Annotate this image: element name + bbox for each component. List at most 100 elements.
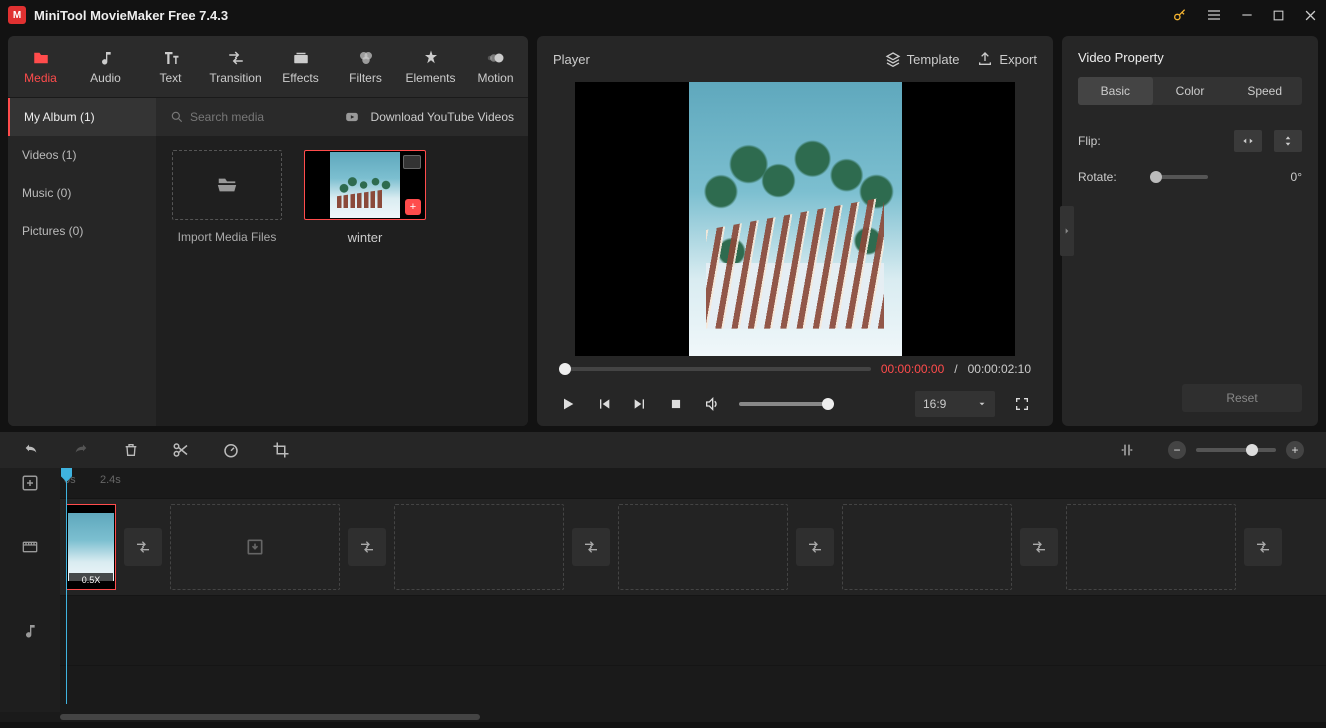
app-logo: M: [8, 6, 26, 24]
youtube-icon: [343, 110, 361, 124]
import-media-button[interactable]: [172, 150, 282, 220]
template-button[interactable]: Template: [885, 51, 960, 67]
close-button[interactable]: [1303, 8, 1318, 23]
transition-slot[interactable]: [1020, 528, 1058, 566]
empty-clip-slot[interactable]: [394, 504, 564, 590]
empty-clip-slot[interactable]: [1066, 504, 1236, 590]
player-preview[interactable]: [575, 82, 1015, 356]
timeline-scrollbar[interactable]: [0, 712, 1326, 722]
play-button[interactable]: [559, 396, 577, 412]
sidebar-videos[interactable]: Videos (1): [8, 136, 156, 174]
speed-button[interactable]: [222, 441, 240, 459]
transition-slot[interactable]: [124, 528, 162, 566]
media-panel: Media Audio Text Transition Effects Filt…: [8, 36, 528, 426]
zoom-out-button[interactable]: −: [1168, 441, 1186, 459]
export-button[interactable]: Export: [977, 51, 1037, 67]
playhead[interactable]: [66, 468, 67, 704]
zoom-in-button[interactable]: +: [1286, 441, 1304, 459]
tab-media[interactable]: Media: [8, 36, 73, 97]
property-tab-speed[interactable]: Speed: [1227, 77, 1302, 105]
timeline-ruler[interactable]: 0s 2.4s: [60, 468, 1326, 498]
tab-text[interactable]: Text: [138, 36, 203, 97]
elements-icon: [422, 49, 440, 67]
zoom-knob[interactable]: [1246, 444, 1258, 456]
prev-frame-button[interactable]: [595, 396, 613, 412]
rotate-slider[interactable]: [1150, 175, 1208, 179]
volume-button[interactable]: [703, 396, 721, 412]
player-panel: Player Template Export 00:00:00:00 / 00:…: [537, 36, 1053, 426]
rotate-knob[interactable]: [1150, 171, 1162, 183]
video-track[interactable]: 0.5X: [60, 498, 1326, 596]
sidebar-music[interactable]: Music (0): [8, 174, 156, 212]
reset-button[interactable]: Reset: [1182, 384, 1302, 412]
collapse-properties-button[interactable]: [1060, 206, 1074, 256]
download-youtube-link[interactable]: Download YouTube Videos: [371, 110, 514, 124]
player-seek-slider[interactable]: [559, 367, 871, 371]
tab-motion[interactable]: Motion: [463, 36, 528, 97]
delete-button[interactable]: [122, 441, 140, 459]
timeline-clip-winter[interactable]: 0.5X: [66, 504, 116, 590]
empty-clip-slot[interactable]: [170, 504, 340, 590]
time-current: 00:00:00:00: [881, 362, 944, 376]
flip-horizontal-button[interactable]: [1234, 130, 1262, 152]
transition-slot[interactable]: [348, 528, 386, 566]
effects-icon: [292, 49, 310, 67]
add-clip-button[interactable]: +: [405, 199, 421, 215]
property-title: Video Property: [1078, 50, 1302, 65]
next-frame-button[interactable]: [631, 396, 649, 412]
menu-icon[interactable]: [1206, 7, 1222, 23]
minimize-button[interactable]: [1240, 8, 1254, 22]
volume-knob[interactable]: [822, 398, 834, 410]
undo-button[interactable]: [22, 442, 40, 458]
tab-elements[interactable]: Elements: [398, 36, 463, 97]
clip-thumbnail: [330, 152, 400, 218]
audio-track[interactable]: [60, 596, 1326, 666]
export-icon: [977, 51, 993, 67]
tab-effects[interactable]: Effects: [268, 36, 333, 97]
preview-image: [689, 82, 902, 356]
zoom-slider[interactable]: [1196, 448, 1276, 452]
transition-slot[interactable]: [572, 528, 610, 566]
title-bar: M MiniTool MovieMaker Free 7.4.3: [0, 0, 1326, 30]
tab-audio[interactable]: Audio: [73, 36, 138, 97]
aspect-ratio-select[interactable]: 16:9: [915, 391, 995, 417]
tab-filters[interactable]: Filters: [333, 36, 398, 97]
sidebar-my-album[interactable]: My Album (1): [8, 98, 156, 136]
split-button[interactable]: [172, 441, 190, 459]
tab-transition[interactable]: Transition: [203, 36, 268, 97]
property-tab-color[interactable]: Color: [1153, 77, 1228, 105]
time-total: 00:00:02:10: [968, 362, 1031, 376]
video-badge-icon: [403, 155, 421, 169]
timeline-clip-thumb: [68, 513, 114, 581]
fullscreen-button[interactable]: [1013, 396, 1031, 412]
video-track-icon: [0, 498, 60, 596]
crop-button[interactable]: [272, 441, 290, 459]
stop-button[interactable]: [667, 397, 685, 411]
scrollbar-thumb[interactable]: [60, 714, 480, 720]
text-icon: [162, 49, 180, 67]
upgrade-key-icon[interactable]: [1172, 7, 1188, 23]
flip-vertical-button[interactable]: [1274, 130, 1302, 152]
sidebar-pictures[interactable]: Pictures (0): [8, 212, 156, 250]
redo-button[interactable]: [72, 442, 90, 458]
transition-icon: [227, 49, 245, 67]
audio-track-icon: [0, 596, 60, 666]
clip-label: winter: [348, 230, 383, 245]
music-note-icon: [98, 49, 114, 67]
rotate-label: Rotate:: [1078, 170, 1138, 184]
empty-clip-slot[interactable]: [618, 504, 788, 590]
transition-slot[interactable]: [796, 528, 834, 566]
volume-slider[interactable]: [739, 402, 834, 406]
timeline-fit-button[interactable]: [1118, 442, 1136, 458]
album-sidebar: My Album (1) Videos (1) Music (0) Pictur…: [8, 98, 156, 426]
maximize-button[interactable]: [1272, 9, 1285, 22]
seek-knob[interactable]: [559, 363, 571, 375]
transition-slot[interactable]: [1244, 528, 1282, 566]
folder-open-icon: [214, 174, 240, 196]
search-media[interactable]: Search media: [170, 110, 333, 124]
media-clip-winter[interactable]: +: [304, 150, 426, 220]
import-media-label: Import Media Files: [178, 230, 277, 244]
property-tab-basic[interactable]: Basic: [1078, 77, 1153, 105]
add-track-button[interactable]: [0, 468, 60, 498]
empty-clip-slot[interactable]: [842, 504, 1012, 590]
